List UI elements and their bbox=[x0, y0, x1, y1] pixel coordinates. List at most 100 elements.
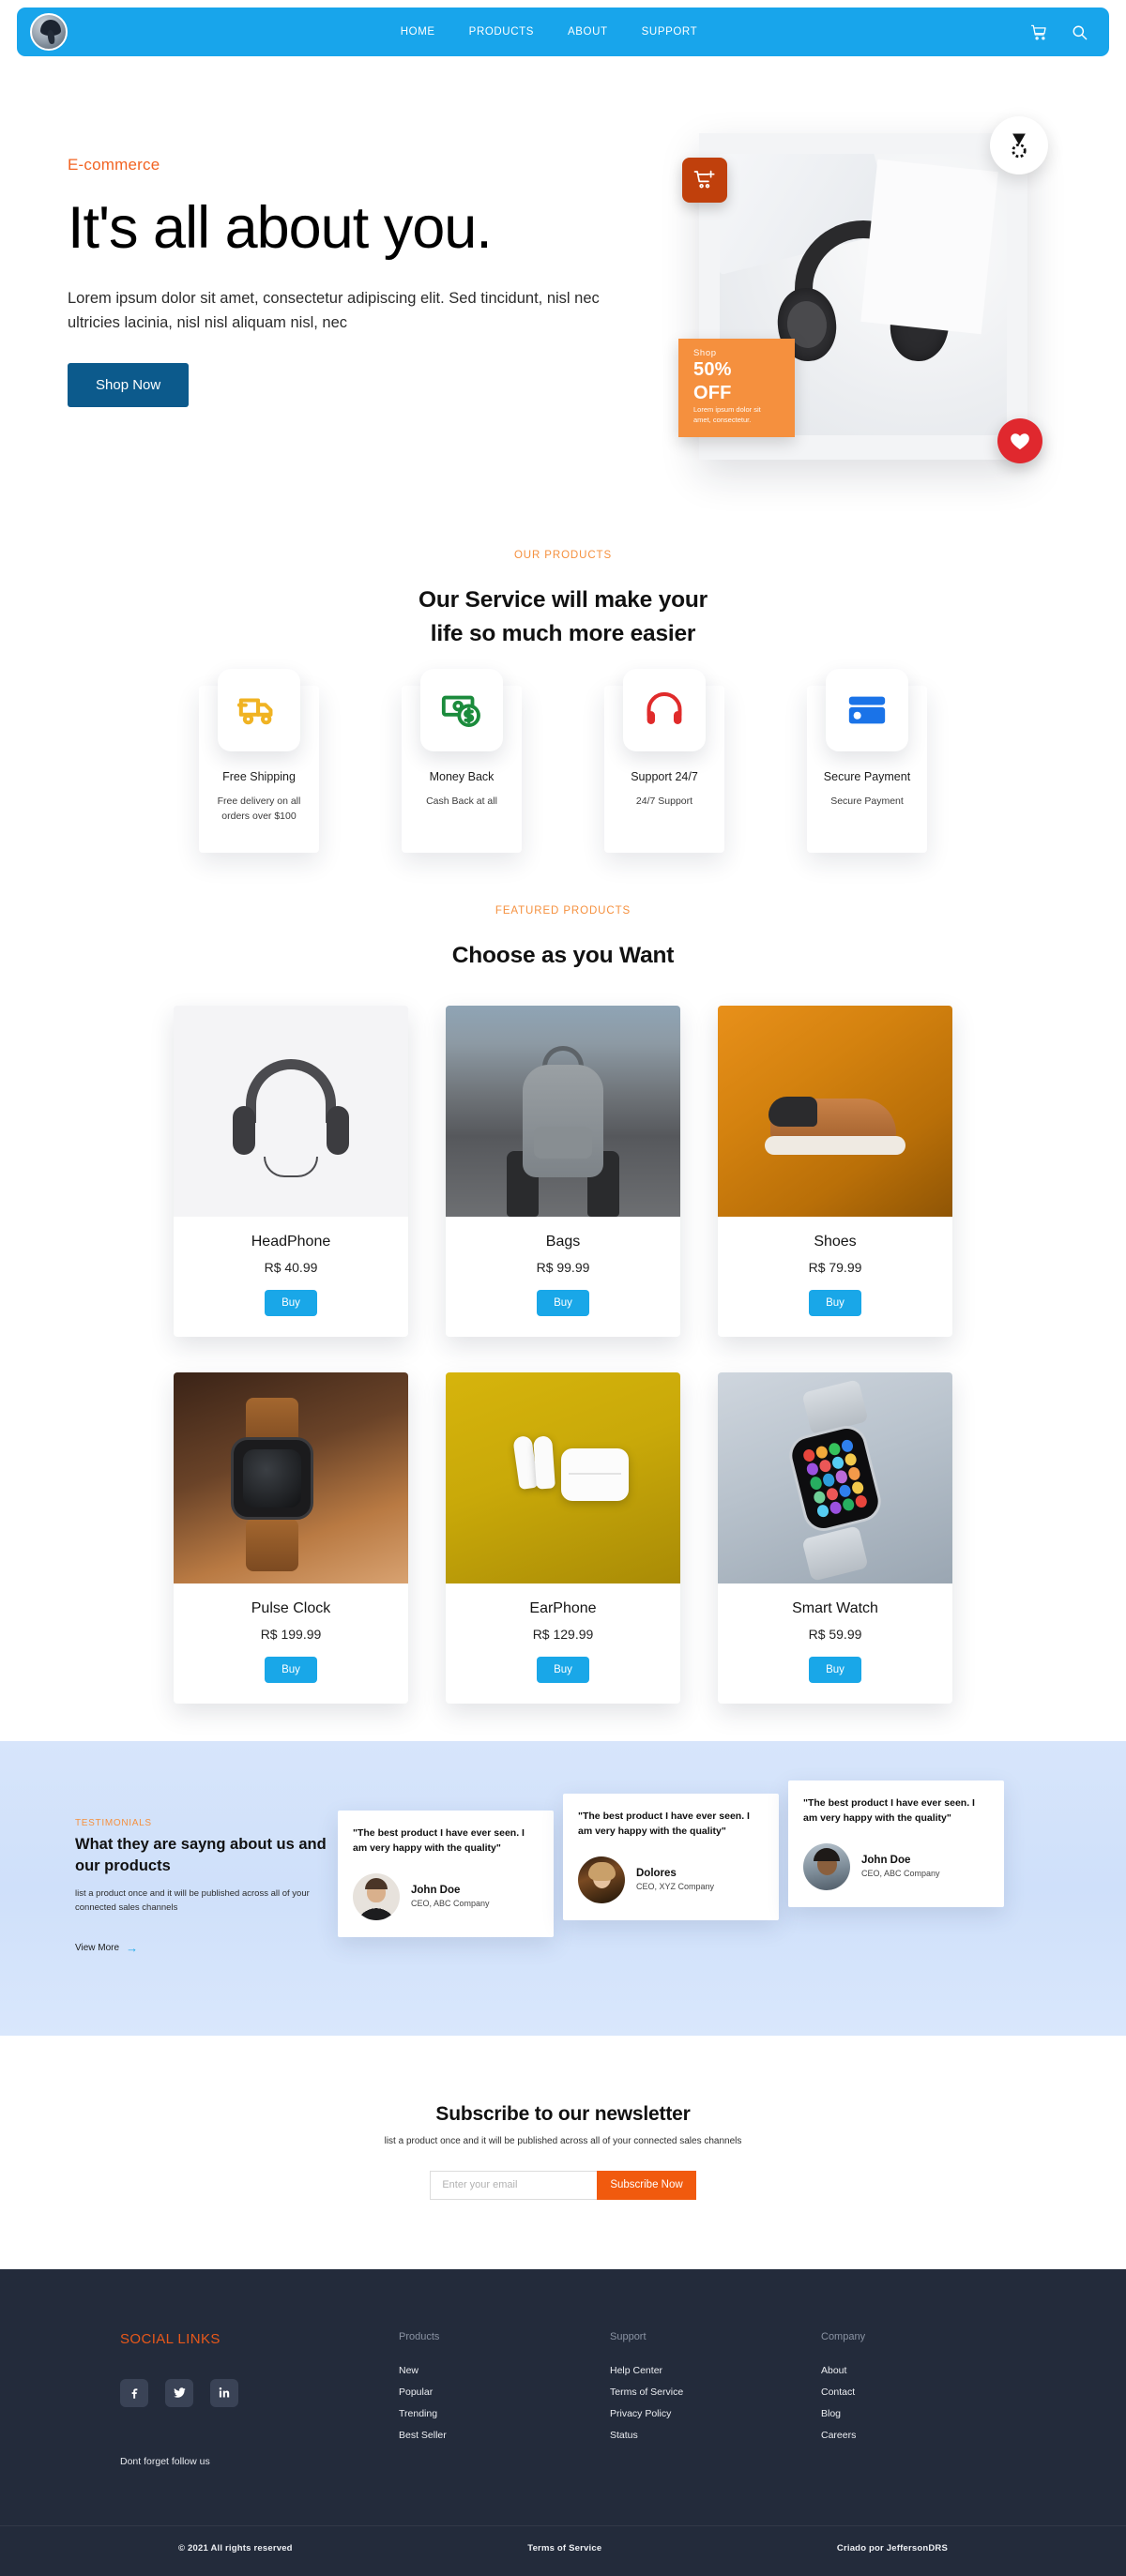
service-title: Money Back bbox=[429, 770, 495, 784]
testimonial-quote: "The best product I have ever seen. I am… bbox=[353, 1827, 525, 1855]
twitter-icon[interactable] bbox=[165, 2378, 193, 2407]
nav-link-home[interactable]: HOME bbox=[401, 26, 435, 38]
subscribe-button[interactable]: Subscribe Now bbox=[597, 2170, 696, 2200]
buy-button[interactable]: Buy bbox=[265, 1290, 317, 1317]
testimonial-quote: "The best product I have ever seen. I am… bbox=[578, 1811, 750, 1838]
nav-link-about[interactable]: ABOUT bbox=[568, 26, 608, 38]
product-card[interactable]: HeadPhone R$ 40.99 Buy bbox=[174, 1006, 408, 1338]
footer-link[interactable]: Blog bbox=[821, 2408, 1032, 2419]
product-price: R$ 79.99 bbox=[808, 1260, 862, 1276]
footer-link[interactable]: Trending bbox=[399, 2408, 610, 2419]
pulse-clock-photo bbox=[174, 1372, 408, 1584]
service-card-secure-payment[interactable]: Secure Payment Secure Payment bbox=[807, 669, 927, 853]
view-more-link[interactable]: View More → bbox=[75, 1941, 138, 1955]
linkedin-icon[interactable] bbox=[210, 2378, 238, 2407]
product-card[interactable]: Smart Watch R$ 59.99 Buy bbox=[718, 1372, 952, 1705]
footer-column-title: Support bbox=[610, 2330, 647, 2342]
footer-link[interactable]: New bbox=[399, 2365, 610, 2376]
buy-button[interactable]: Buy bbox=[809, 1290, 861, 1317]
brown-sneaker-photo bbox=[718, 1006, 952, 1218]
navbar: HOME PRODUCTS ABOUT SUPPORT bbox=[17, 8, 1109, 56]
footer-bottom-bar: © 2021 All rights reserved Terms of Serv… bbox=[0, 2524, 1126, 2576]
product-price: R$ 199.99 bbox=[260, 1627, 322, 1643]
footer-column-products: Products New Popular Trending Best Selle… bbox=[399, 2331, 610, 2467]
footer-column-support: Support Help Center Terms of Service Pri… bbox=[610, 2331, 821, 2467]
avatar bbox=[578, 1856, 625, 1903]
nav-link-products[interactable]: PRODUCTS bbox=[469, 26, 534, 38]
product-name: Smart Watch bbox=[792, 1600, 878, 1617]
testimonial-quote: "The best product I have ever seen. I am… bbox=[803, 1797, 975, 1825]
avatar bbox=[803, 1842, 850, 1890]
service-desc: Secure Payment bbox=[830, 796, 904, 808]
footer-link[interactable]: Terms of Service bbox=[610, 2387, 821, 2398]
testimonial-role: CEO, ABC Company bbox=[861, 1869, 940, 1879]
product-price: R$ 40.99 bbox=[264, 1260, 318, 1276]
buy-button[interactable]: Buy bbox=[265, 1657, 317, 1684]
copyright: © 2021 All rights reserved bbox=[178, 2542, 293, 2553]
footer-link[interactable]: Privacy Policy bbox=[610, 2408, 821, 2419]
testimonial-name: Dolores bbox=[636, 1868, 677, 1880]
service-card-money-back[interactable]: Money Back Cash Back at all bbox=[402, 669, 522, 853]
buy-button[interactable]: Buy bbox=[537, 1657, 589, 1684]
promo-headline: 50% OFF bbox=[693, 359, 732, 404]
footer-link[interactable]: About bbox=[821, 2365, 1032, 2376]
service-desc: Free delivery on all orders over $100 bbox=[217, 796, 301, 822]
add-to-cart-icon[interactable] bbox=[682, 158, 727, 203]
footer-link[interactable]: Help Center bbox=[610, 2365, 821, 2376]
heart-favorite-icon[interactable] bbox=[997, 418, 1042, 463]
services-eyebrow: OUR PRODUCTS bbox=[513, 550, 613, 561]
avatar bbox=[353, 1872, 400, 1920]
headphones-illustration bbox=[774, 220, 952, 380]
product-card[interactable]: EarPhone R$ 129.99 Buy bbox=[446, 1372, 680, 1705]
footer-link[interactable]: Popular bbox=[399, 2387, 610, 2398]
terms-of-service-link[interactable]: Terms of Service bbox=[527, 2543, 601, 2553]
testimonial-cards: "The best product I have ever seen. I am… bbox=[338, 1780, 1060, 1937]
hero-copy: E-commerce It's all about you. Lorem ips… bbox=[68, 124, 649, 407]
buy-button[interactable]: Buy bbox=[537, 1290, 589, 1317]
testimonial-role: CEO, XYZ Company bbox=[636, 1882, 715, 1892]
grey-backpack-photo bbox=[446, 1006, 680, 1218]
footer-link[interactable]: Status bbox=[610, 2430, 821, 2441]
product-card[interactable]: Pulse Clock R$ 199.99 Buy bbox=[174, 1372, 408, 1705]
product-name: Bags bbox=[545, 1234, 581, 1250]
view-more-label: View More bbox=[75, 1942, 120, 1953]
nav-link-support[interactable]: SUPPORT bbox=[642, 26, 698, 38]
headset-support-icon bbox=[623, 669, 706, 752]
follow-text: Dont forget follow us bbox=[120, 2455, 210, 2467]
footer-link[interactable]: Contact bbox=[821, 2387, 1032, 2398]
hero-eyebrow: E-commerce bbox=[68, 156, 160, 174]
facebook-icon[interactable] bbox=[120, 2378, 148, 2407]
footer-link[interactable]: Best Seller bbox=[399, 2430, 610, 2441]
testimonial-card[interactable]: "The best product I have ever seen. I am… bbox=[788, 1780, 1004, 1907]
testimonials-section: TESTIMONIALS What they are sayng about u… bbox=[0, 1741, 1126, 2036]
shopping-cart-icon[interactable] bbox=[1030, 23, 1048, 41]
promo-note: Lorem ipsum dolor sit amet, consectetur. bbox=[693, 405, 761, 425]
arrow-right-icon: → bbox=[126, 1940, 139, 1955]
footer-link[interactable]: Careers bbox=[821, 2430, 1032, 2441]
medal-award-icon bbox=[990, 116, 1048, 174]
hero-subtitle: Lorem ipsum dolor sit amet, consectetur … bbox=[68, 289, 600, 331]
email-field[interactable] bbox=[430, 2170, 598, 2200]
product-name: Shoes bbox=[814, 1234, 857, 1250]
newsletter-section: Subscribe to our newsletter list a produ… bbox=[0, 2035, 1126, 2269]
footer-column-title: Company bbox=[821, 2330, 866, 2342]
search-icon[interactable] bbox=[1071, 23, 1088, 41]
testimonial-card[interactable]: "The best product I have ever seen. I am… bbox=[563, 1794, 779, 1920]
service-desc: Cash Back at all bbox=[426, 796, 497, 808]
testimonial-role: CEO, ABC Company bbox=[411, 1899, 490, 1909]
headphones-photo bbox=[174, 1006, 408, 1218]
shop-now-button[interactable]: Shop Now bbox=[68, 362, 190, 407]
product-card[interactable]: Shoes R$ 79.99 Buy bbox=[718, 1006, 952, 1338]
brand-avatar-logo[interactable] bbox=[30, 13, 68, 51]
service-desc: 24/7 Support bbox=[635, 796, 693, 808]
service-card-support[interactable]: Support 24/7 24/7 Support bbox=[604, 669, 724, 853]
services-section: OUR PRODUCTS Our Service will make your … bbox=[0, 544, 1126, 873]
delivery-truck-icon bbox=[218, 669, 300, 752]
testimonial-card[interactable]: "The best product I have ever seen. I am… bbox=[338, 1811, 554, 1937]
service-title: Support 24/7 bbox=[631, 770, 698, 784]
product-card[interactable]: Bags R$ 99.99 Buy bbox=[446, 1006, 680, 1338]
service-card-free-shipping[interactable]: Free Shipping Free delivery on all order… bbox=[199, 669, 319, 853]
service-title: Free Shipping bbox=[222, 770, 296, 784]
buy-button[interactable]: Buy bbox=[809, 1657, 861, 1684]
services-title: Our Service will make your life so much … bbox=[0, 583, 1126, 650]
